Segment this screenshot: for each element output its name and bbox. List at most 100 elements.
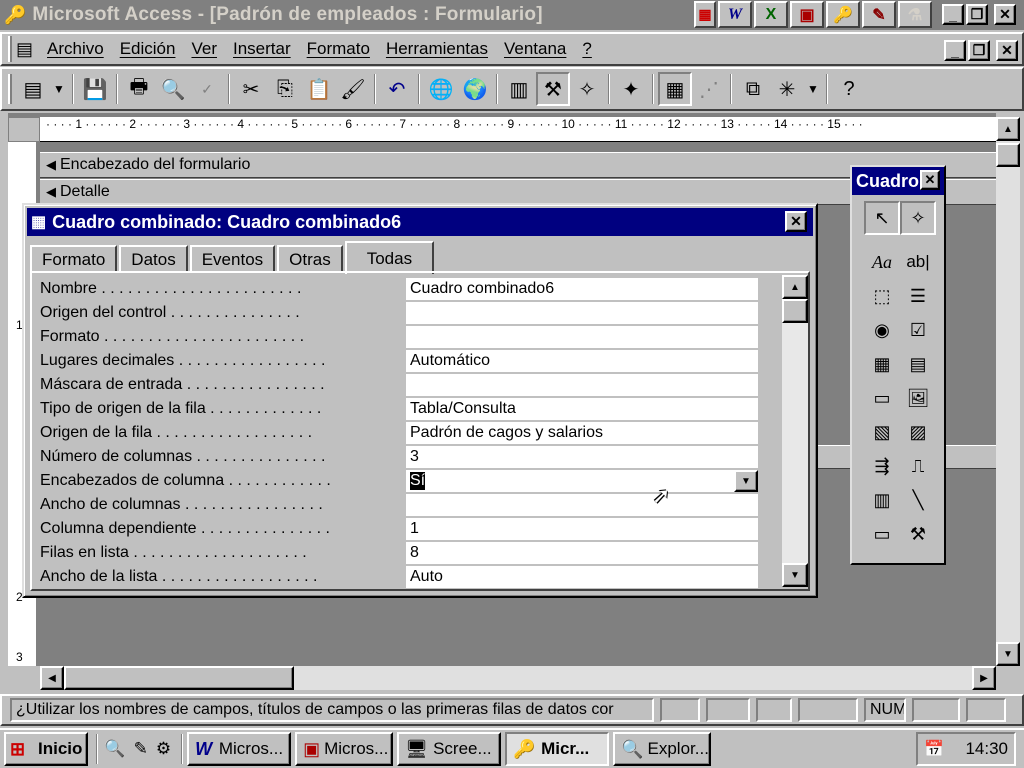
menu-ver[interactable]: Ver	[191, 39, 217, 59]
horizontal-ruler[interactable]: · · · · 1 · · · · · · 2 · · · · · · 3 · …	[40, 117, 996, 142]
menu-formato[interactable]: Formato	[307, 39, 370, 59]
property-row[interactable]: Máscara de entrada . . . . . . . . . . .…	[40, 373, 780, 397]
scheduler-tray-icon[interactable]: 📅	[924, 739, 944, 759]
toolbox-title-bar[interactable]: Cuadro ✕	[852, 167, 944, 195]
property-row[interactable]: Formato . . . . . . . . . . . . . . . . …	[40, 325, 780, 349]
help-icon[interactable]: ?	[832, 72, 866, 106]
field-list-icon[interactable]: ▥	[502, 72, 536, 106]
bound-frame-icon[interactable]: ▨	[900, 415, 936, 449]
tab-formato[interactable]: Formato	[30, 245, 118, 273]
tab-todas[interactable]: Todas	[344, 241, 435, 274]
property-scroll-thumb[interactable]	[782, 299, 808, 323]
property-value[interactable]: Cuadro combinado6	[406, 278, 758, 300]
line-icon[interactable]: ╲	[900, 483, 936, 517]
task-explorer[interactable]: 🔍 Explor...	[613, 732, 712, 766]
scroll-right-button[interactable]: ▶	[972, 666, 996, 690]
option-button-icon[interactable]: ◉	[864, 313, 900, 347]
quick-launch-explorer-icon[interactable]: 🔍	[102, 732, 127, 766]
new-object-icon[interactable]: ✳	[770, 72, 804, 106]
build-icon[interactable]: ⋰	[692, 72, 726, 106]
view-icon[interactable]: ▤	[16, 72, 50, 106]
property-row[interactable]: Origen del control . . . . . . . . . . .…	[40, 301, 780, 325]
office-logo-icon[interactable]: ▦	[694, 1, 716, 28]
property-value[interactable]: 3	[406, 446, 758, 468]
horizontal-scrollbar[interactable]: ◀ ▶	[40, 666, 996, 690]
database-window-icon[interactable]: ⧉	[736, 72, 770, 106]
property-value[interactable]: Padrón de cagos y salarios	[406, 422, 758, 444]
scroll-thumb[interactable]	[996, 143, 1020, 167]
property-scroll-up-button[interactable]: ▲	[782, 275, 808, 299]
toolbox-icon[interactable]: ⚒	[536, 72, 570, 106]
tab-control-icon[interactable]: ⎍	[900, 449, 936, 483]
property-row[interactable]: Filas en lista . . . . . . . . . . . . .…	[40, 541, 780, 565]
word-icon[interactable]: W	[718, 1, 752, 28]
autoformat-icon[interactable]: ✧	[570, 72, 604, 106]
insert-hyperlink-icon[interactable]: 🌐	[424, 72, 458, 106]
schedule-icon[interactable]: ✎	[862, 1, 896, 28]
property-row[interactable]: Ancho de la lista . . . . . . . . . . . …	[40, 565, 780, 589]
vertical-scrollbar[interactable]: ▲ ▼	[996, 117, 1020, 666]
property-value[interactable]: 1	[406, 518, 758, 540]
property-row[interactable]: Lugares decimales . . . . . . . . . . . …	[40, 349, 780, 373]
property-row[interactable]: Número de columnas . . . . . . . . . . .…	[40, 445, 780, 469]
tab-otras[interactable]: Otras	[277, 245, 343, 273]
image-icon[interactable]: 🖼	[900, 381, 936, 415]
app-close-button[interactable]: ✕	[994, 4, 1016, 25]
view-dropdown-icon[interactable]: ▼	[50, 72, 68, 106]
task-screen[interactable]: 🖥 Scree...	[397, 732, 502, 766]
property-value[interactable]	[406, 494, 758, 516]
doc-minimize-button[interactable]: _	[944, 40, 966, 61]
undo-icon[interactable]: ↶	[380, 72, 414, 106]
copy-icon[interactable]: ⎘	[268, 72, 302, 106]
more-controls-icon[interactable]: ⚒	[900, 517, 936, 551]
menu-herramientas[interactable]: Herramientas	[386, 39, 488, 59]
properties-icon[interactable]: ▦	[658, 72, 692, 106]
menu-ventana[interactable]: Ventana	[504, 39, 566, 59]
task-word[interactable]: W Micros...	[187, 732, 292, 766]
task-powerpoint[interactable]: ▣ Micros...	[295, 732, 394, 766]
select-icon[interactable]: ↖	[864, 201, 900, 235]
print-icon[interactable]: 🖶	[122, 72, 156, 106]
code-icon[interactable]: ✦	[614, 72, 648, 106]
property-value[interactable]: Tabla/Consulta	[406, 398, 758, 420]
toolbox-close-button[interactable]: ✕	[920, 170, 940, 190]
subform-icon[interactable]: ▥	[864, 483, 900, 517]
excel-icon[interactable]: X	[754, 1, 788, 28]
menu-edicion[interactable]: Edición	[120, 39, 176, 59]
property-row[interactable]: Origen de la fila . . . . . . . . . . . …	[40, 421, 780, 445]
hscroll-thumb[interactable]	[64, 666, 294, 690]
tab-datos[interactable]: Datos	[119, 245, 188, 273]
menu-ayuda[interactable]: ?	[582, 39, 591, 59]
tab-eventos[interactable]: Eventos	[189, 245, 276, 273]
scroll-up-button[interactable]: ▲	[996, 117, 1020, 141]
clock[interactable]: 14:30	[965, 739, 1008, 759]
scroll-down-button[interactable]: ▼	[996, 642, 1020, 666]
property-dropdown-button[interactable]: ▼	[734, 470, 758, 492]
property-value[interactable]: 8	[406, 542, 758, 564]
property-value[interactable]: Automático	[406, 350, 758, 372]
checkbox-icon[interactable]: ☑	[900, 313, 936, 347]
wizard-icon[interactable]: ✧	[900, 201, 936, 235]
form-menu-icon[interactable]: ▤	[16, 39, 33, 60]
quick-launch-tools-icon[interactable]: ⚙	[154, 732, 173, 766]
command-button-icon[interactable]: ▭	[864, 381, 900, 415]
spelling-icon[interactable]: ✓	[190, 72, 224, 106]
property-row[interactable]: Nombre . . . . . . . . . . . . . . . . .…	[40, 277, 780, 301]
menu-archivo[interactable]: Archivo	[47, 39, 104, 59]
property-sheet-title-bar[interactable]: ▦ Cuadro combinado: Cuadro combinado6 ✕	[27, 208, 813, 236]
print-preview-icon[interactable]: 🔍	[156, 72, 190, 106]
start-button[interactable]: ⊞ Inicio	[4, 732, 89, 766]
scroll-left-button[interactable]: ◀	[40, 666, 64, 690]
property-scroll-down-button[interactable]: ▼	[782, 563, 808, 587]
option-group-icon[interactable]: ⬚	[864, 279, 900, 313]
unbound-frame-icon[interactable]: ▧	[864, 415, 900, 449]
property-row[interactable]: Columna dependiente . . . . . . . . . . …	[40, 517, 780, 541]
task-access-active[interactable]: 🔑 Micr...	[505, 732, 610, 766]
property-scrollbar[interactable]: ▲ ▼	[782, 275, 808, 587]
property-sheet-close-button[interactable]: ✕	[785, 211, 807, 232]
menu-insertar[interactable]: Insertar	[233, 39, 291, 59]
property-value[interactable]: Auto	[406, 566, 758, 588]
app-restore-button[interactable]: ❐	[966, 4, 988, 25]
web-toolbar-icon[interactable]: 🌍	[458, 72, 492, 106]
cut-icon[interactable]: ✂	[234, 72, 268, 106]
